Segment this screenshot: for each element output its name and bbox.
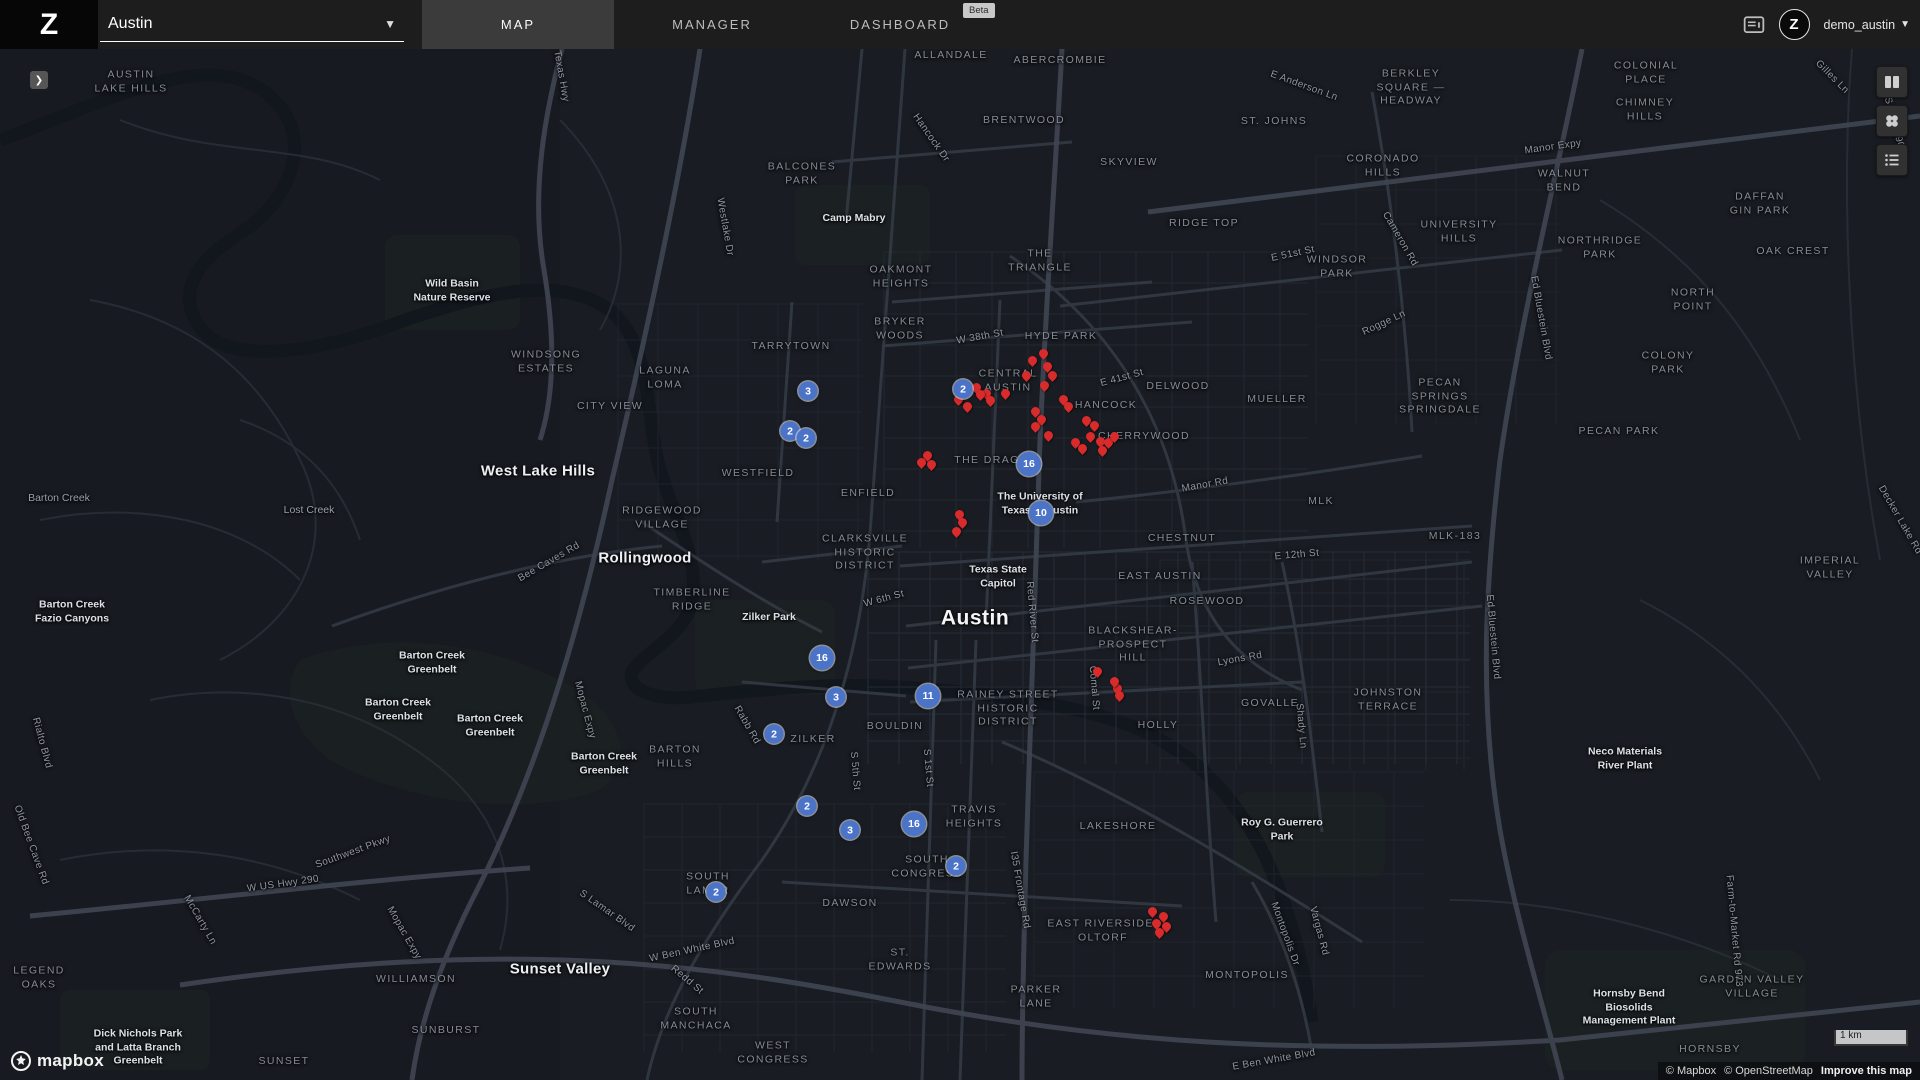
city-selector-value: Austin [108,15,152,33]
cluster-marker[interactable]: 10 [1029,501,1053,525]
user-menu[interactable]: demo_austin ▼ [1824,18,1910,32]
cluster-marker[interactable]: 2 [954,380,973,399]
top-nav: Z Austin ▼ MAP MANAGER DASHBOARD Beta Z … [0,0,1920,49]
cluster-marker[interactable]: 2 [947,857,966,876]
user-avatar[interactable]: Z [1779,9,1810,40]
cluster-marker[interactable]: 3 [841,821,860,840]
tab-dashboard[interactable]: DASHBOARD [822,0,978,49]
attribution-osm[interactable]: © OpenStreetMap [1724,1065,1813,1077]
improve-map-link[interactable]: Improve this map [1821,1065,1912,1077]
nav-right: Z demo_austin ▼ [1743,0,1910,49]
beta-badge: Beta [963,3,995,18]
expand-panel-button[interactable]: ❯ [30,71,48,89]
changelog-icon[interactable] [1743,15,1765,35]
cluster-marker[interactable]: 16 [902,812,926,836]
map-style-button[interactable] [1876,105,1908,137]
mapbox-wordmark: mapbox [37,1051,104,1071]
cluster-marker[interactable]: 2 [797,429,816,448]
city-selector[interactable]: Austin ▼ [100,7,404,42]
app-logo[interactable]: Z [0,0,98,49]
chevron-down-icon: ▼ [1900,19,1910,30]
clover-icon [1883,112,1901,130]
cluster-marker[interactable]: 16 [1017,452,1041,476]
cluster-marker[interactable]: 16 [810,646,834,670]
tab-map[interactable]: MAP [422,0,614,49]
cluster-marker[interactable]: 3 [799,382,818,401]
map-split-view-button[interactable] [1876,66,1908,98]
chevron-down-icon: ▼ [384,17,396,31]
map-attribution: © Mapbox © OpenStreetMap Improve this ma… [1658,1062,1920,1080]
map-scale: 1 km [1834,1030,1908,1046]
map-legend-button[interactable] [1876,144,1908,176]
user-name: demo_austin [1824,18,1896,32]
cluster-marker[interactable]: 2 [707,883,726,902]
cluster-marker[interactable]: 3 [827,688,846,707]
attribution-mapbox[interactable]: © Mapbox [1666,1065,1716,1077]
tab-manager[interactable]: MANAGER [634,0,790,49]
map-view[interactable]: AUSTIN LAKE HILLSALLANDALEABERCROMBIEBER… [0,0,1920,1080]
cluster-marker[interactable]: 11 [916,684,940,708]
cluster-marker[interactable]: 2 [765,725,784,744]
mapbox-logo[interactable]: mapbox [10,1050,104,1072]
columns-icon [1883,73,1901,91]
app-root: AUSTIN LAKE HILLSALLANDALEABERCROMBIEBER… [0,0,1920,1080]
mapbox-icon [10,1050,32,1072]
map-canvas [0,0,1920,1080]
list-icon [1883,151,1901,169]
cluster-marker[interactable]: 2 [798,797,817,816]
